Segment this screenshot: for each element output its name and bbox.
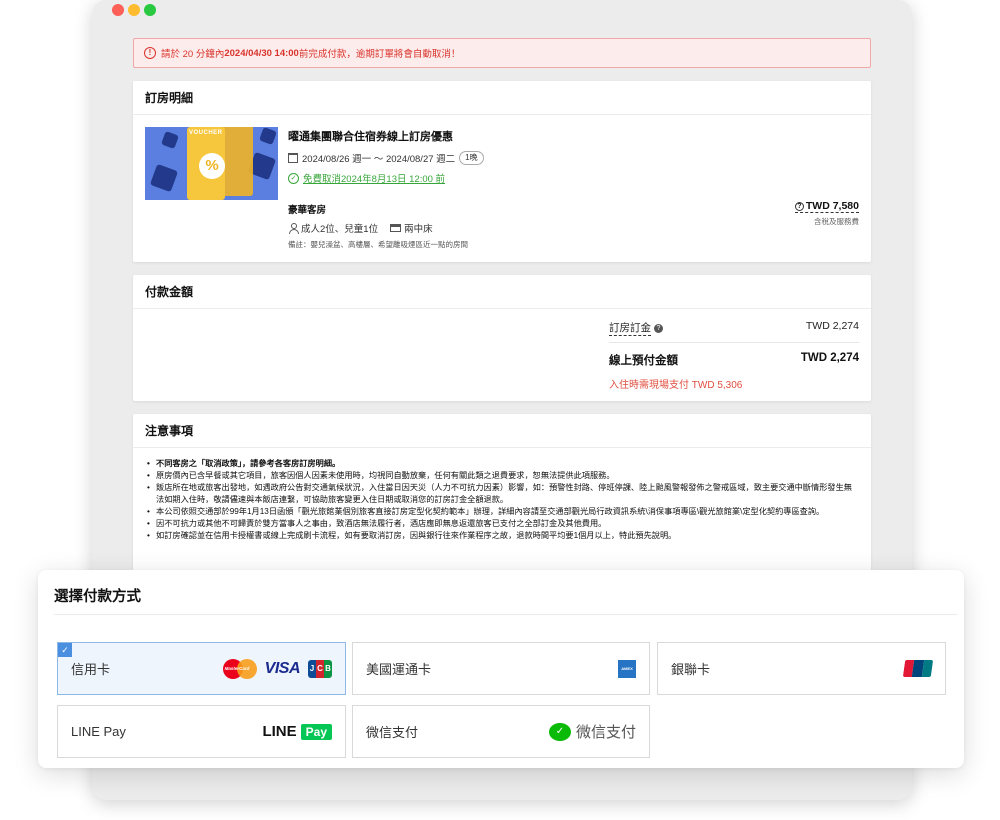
jcb-logo-icon: J C B xyxy=(308,659,332,678)
payment-option-wechat-pay[interactable]: 微信支付 ✓ 微信支付 xyxy=(352,705,650,758)
cancel-deadline: 2024年8月13日 12:00 前 xyxy=(341,174,446,185)
payment-method-panel: 選擇付款方式 ✓ 信用卡 MasterCard VISA J C B 美國運通卡… xyxy=(38,570,964,768)
alert-prefix: 請於 20 分鐘內 xyxy=(161,49,225,60)
room-price[interactable]: ? TWD 7,580 xyxy=(794,200,859,213)
alert-deadline: 2024/04/30 14:00 xyxy=(224,47,299,59)
question-icon: ? xyxy=(794,201,804,211)
jcb-letter: C xyxy=(316,659,324,678)
booking-details-card: 訂房明細 VOUCHER % 曜通集團聯合住宿券線上訂房優惠 2024/08/2… xyxy=(133,81,871,262)
minimize-window-button[interactable] xyxy=(128,4,140,16)
check-circle-icon: ✓ xyxy=(288,172,299,184)
selected-check-icon: ✓ xyxy=(58,643,72,657)
payment-option-unionpay[interactable]: 銀聯卡 xyxy=(657,642,946,695)
notice-item: 因不可抗力或其他不可歸責於雙方當事人之事由，致酒店無法履行者，酒店應即無息返還旅… xyxy=(147,518,859,530)
guest-count: 成人2位、兒童1位 xyxy=(301,224,379,235)
warning-icon: ! xyxy=(144,47,156,59)
unionpay-logo-icon xyxy=(902,660,934,677)
deposit-label: 訂房訂金 xyxy=(609,322,651,336)
booking-section-title: 訂房明細 xyxy=(133,81,871,115)
line-pay-pay-text: Pay xyxy=(300,723,332,740)
payment-amount-card: 付款金額 訂房訂金 ? TWD 2,274 線上預付金額 TWD 2,274 入… xyxy=(133,275,871,401)
notice-item: 不同客房之「取消政策」，請參考各客房訂房明細。 xyxy=(147,458,859,470)
notice-title: 注意事項 xyxy=(133,414,871,448)
card-logos: MasterCard VISA J C B xyxy=(222,658,332,679)
payment-option-label: 微信支付 xyxy=(366,725,419,740)
visa-logo-icon: VISA xyxy=(264,659,301,677)
help-icon[interactable]: ? xyxy=(654,323,663,333)
notice-item: 如訂房確認並在信用卡授權書或線上完成刷卡流程，如有要取消訂房，因與銀行往來作業程… xyxy=(147,530,859,542)
payment-option-credit-card[interactable]: ✓ 信用卡 MasterCard VISA J C B xyxy=(57,642,346,695)
payment-amount-title: 付款金額 xyxy=(133,275,871,309)
wechat-pay-text: 微信支付 xyxy=(575,724,636,741)
online-prepay-value: TWD 2,274 xyxy=(800,352,859,364)
gift-box-icon xyxy=(259,127,277,145)
nights-badge: 1晚 xyxy=(459,151,484,165)
close-window-button[interactable] xyxy=(112,4,124,16)
online-prepay-row: 線上預付金額 TWD 2,274 xyxy=(609,352,859,368)
amex-logo-icon: AMEX xyxy=(618,659,636,678)
maximize-window-button[interactable] xyxy=(144,4,156,16)
voucher-thumbnail: VOUCHER % xyxy=(145,127,278,200)
deposit-label-group[interactable]: 訂房訂金 ? xyxy=(609,320,663,336)
cancel-prefix: 免費取消 xyxy=(303,174,342,185)
payment-method-title: 選擇付款方式 xyxy=(54,589,141,605)
room-price-value: TWD 7,580 xyxy=(805,200,859,212)
wechat-pay-logo-icon: ✓ 微信支付 xyxy=(548,721,636,742)
deposit-row: 訂房訂金 ? TWD 2,274 xyxy=(609,320,859,336)
payment-option-label: 美國運通卡 xyxy=(366,662,432,677)
room-occupancy: 成人2位、兒童1位 兩中床 xyxy=(288,221,433,235)
notice-card: 注意事項 不同客房之「取消政策」，請參考各客房訂房明細。 原房價內已含早餐或其它… xyxy=(133,414,871,584)
wechat-check-icon: ✓ xyxy=(548,722,571,741)
booking-note: 備註：嬰兒澡盆、高樓層、希望離吸煙區近一點的房間 xyxy=(288,240,468,249)
tax-note: 含稅及服務費 xyxy=(814,217,859,226)
hotel-name: 曜通集團聯合住宿券線上訂房優惠 xyxy=(288,131,453,143)
payment-deadline-alert: ! 請於 20 分鐘內 2024/04/30 14:00 前完成付款，逾期訂單將… xyxy=(133,38,871,68)
jcb-letter: J xyxy=(308,659,316,678)
percent-icon: % xyxy=(199,153,225,179)
alert-suffix: 前完成付款，逾期訂單將會自動取消！ xyxy=(298,49,461,60)
room-type: 豪華客房 xyxy=(288,205,327,216)
person-icon xyxy=(288,223,299,234)
bed-icon xyxy=(390,224,402,232)
payment-option-amex[interactable]: 美國運通卡 AMEX xyxy=(352,642,650,695)
mastercard-logo-icon: MasterCard xyxy=(222,658,257,679)
payment-option-label: LINE Pay xyxy=(71,724,126,739)
date-range: 2024/08/26 週一 ～ 2024/08/27 週二 xyxy=(302,154,456,165)
payment-option-label: 信用卡 xyxy=(71,662,111,677)
onsite-payment-note: 入住時需現場支付 TWD 5,306 xyxy=(609,380,743,391)
divider xyxy=(54,614,958,615)
window-titlebar xyxy=(92,0,912,20)
payment-option-line-pay[interactable]: LINE Pay LINE Pay xyxy=(57,705,346,758)
jcb-letter: B xyxy=(324,659,332,678)
notice-item: 原房價內已含早餐或其它項目，旅客因個人因素未使用時，均視同自動放棄，任何有關此類… xyxy=(147,470,859,482)
voucher-label: VOUCHER xyxy=(189,130,223,136)
payment-option-label: 銀聯卡 xyxy=(671,662,711,677)
deposit-value: TWD 2,274 xyxy=(805,320,859,332)
stay-dates: 2024/08/26 週一 ～ 2024/08/27 週二 1晚 xyxy=(288,151,484,165)
online-prepay-label: 線上預付金額 xyxy=(609,355,678,367)
divider xyxy=(609,342,859,343)
gift-box-icon xyxy=(149,163,179,193)
bed-type: 兩中床 xyxy=(404,224,433,235)
mastercard-text: MasterCard xyxy=(224,665,250,671)
hotel-building-icon xyxy=(288,153,298,163)
line-pay-line-text: LINE xyxy=(262,723,297,740)
notice-list: 不同客房之「取消政策」，請參考各客房訂房明細。 原房價內已含早餐或其它項目，旅客… xyxy=(133,448,871,542)
notice-item: 飯店所在地或旅客出發地，如遇政府公告對交通氣候狀況，入住當日因天災（人力不可抗力… xyxy=(147,482,859,506)
gift-box-icon xyxy=(161,131,179,149)
line-pay-logo-icon: LINE Pay xyxy=(262,723,332,740)
free-cancel-policy[interactable]: ✓ 免費取消 2024年8月13日 12:00 前 xyxy=(288,171,445,185)
notice-item: 本公司依照交通部於99年1月13日函頒「觀光旅館業個別旅客直接訂房定型化契約範本… xyxy=(147,506,859,518)
